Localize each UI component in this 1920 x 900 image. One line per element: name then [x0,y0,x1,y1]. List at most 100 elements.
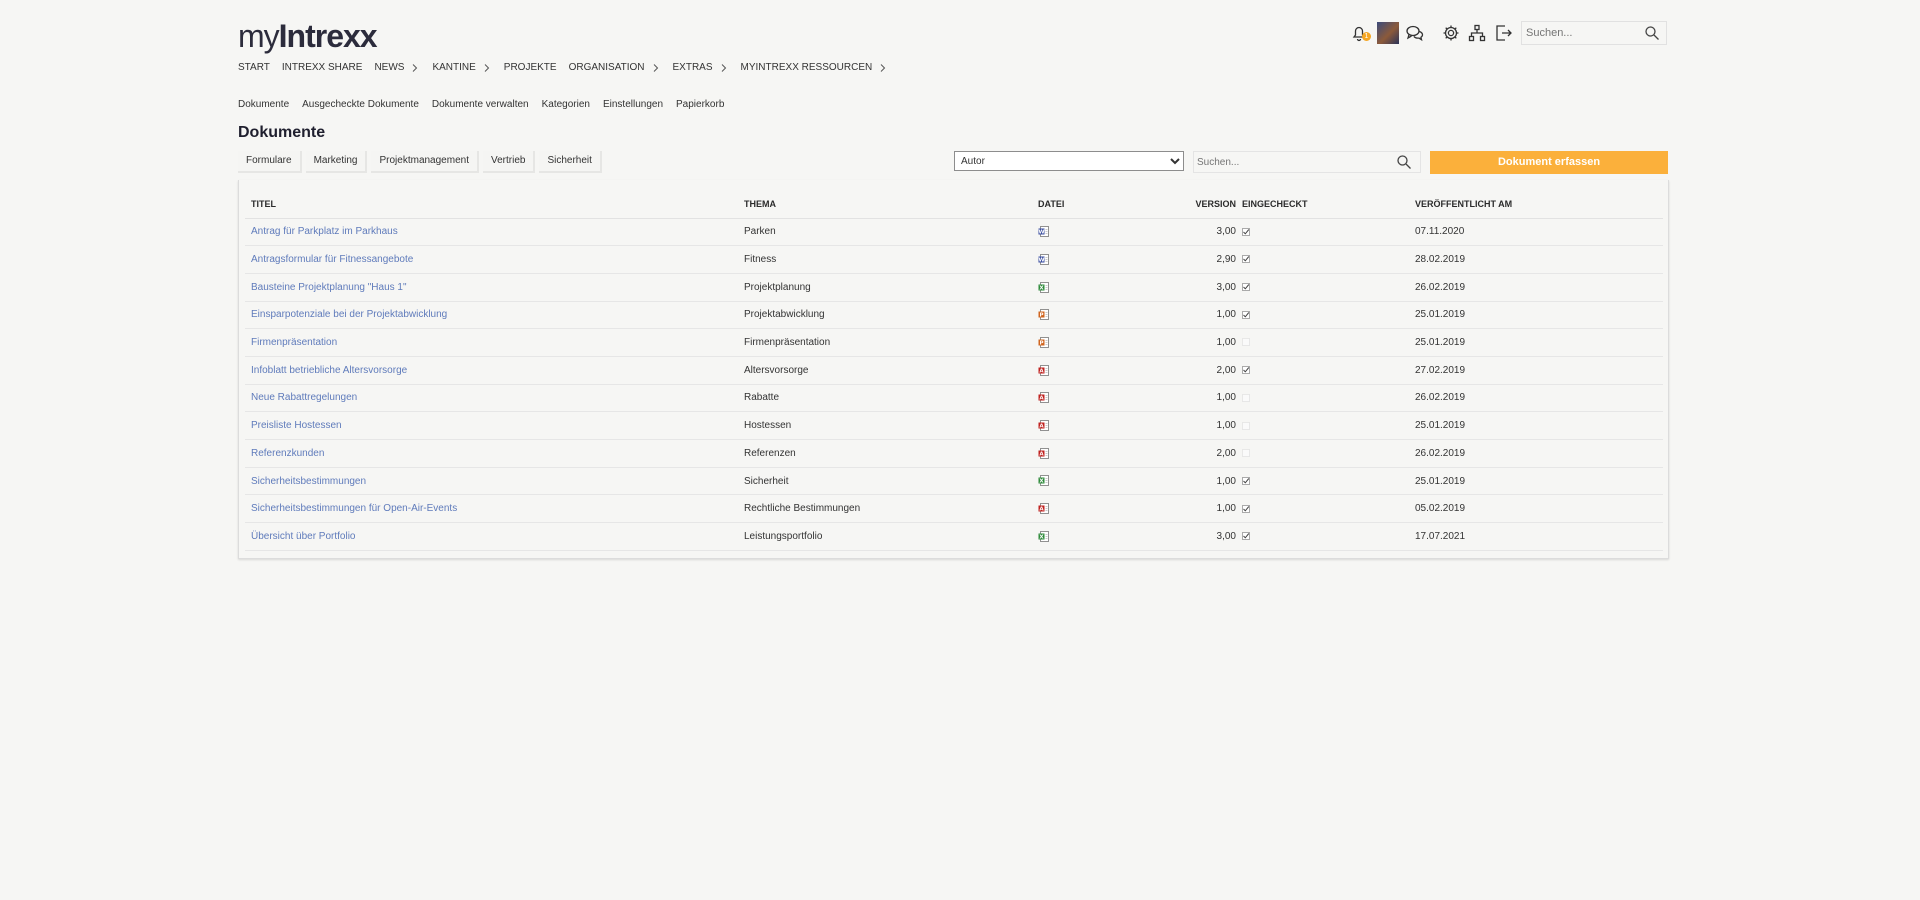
document-title-link[interactable]: Preisliste Hostessen [251,420,342,431]
document-title-link[interactable]: Neue Rabattregelungen [251,392,357,403]
chevron-right-icon [653,63,658,72]
document-title-link[interactable]: Infoblatt betriebliche Altersvorsorge [251,365,407,376]
pdf-file-icon[interactable]: A [1038,503,1049,515]
chat-bubbles-icon[interactable] [1403,21,1427,45]
cell-checked-in [1236,384,1409,413]
pdf-file-icon[interactable]: A [1038,392,1049,404]
table-row[interactable]: Einsparpotenziale bei der Projektabwickl… [245,301,1663,330]
main-nav-item[interactable]: ORGANISATION [569,62,661,73]
sub-nav-item[interactable]: Dokumente verwalten [432,99,529,110]
cell-title: Sicherheitsbestimmungen [245,467,738,496]
add-document-button[interactable]: Dokument erfassen [1430,151,1668,174]
document-title-link[interactable]: Firmenpräsentation [251,337,337,348]
excel-file-icon[interactable]: X [1038,281,1049,293]
pdf-file-icon[interactable]: A [1038,420,1049,431]
cell-version: 2,00 [1127,356,1236,385]
cell-title: Neue Rabattregelungen [245,384,738,413]
cell-title: Sicherheitsbestimmungen für Open-Air-Eve… [245,494,738,524]
svg-text:A: A [1039,368,1044,374]
main-nav-item[interactable]: NEWS [374,62,420,73]
logout-icon[interactable] [1491,21,1515,45]
main-nav-item[interactable]: EXTRAS [673,62,729,73]
sub-nav-item[interactable]: Papierkorb [676,99,724,110]
cell-published: 05.02.2019 [1409,494,1663,524]
search-icon[interactable] [1644,25,1660,41]
notifications-bell-icon[interactable]: 1 [1347,21,1371,45]
table-row[interactable]: Referenzkunden Referenzen A 2,00 26.02.2019 [245,439,1663,468]
column-header-title[interactable]: TITEL [245,190,738,219]
header-toolbar: 1 [1347,20,1517,46]
cell-file: P [1032,328,1127,357]
ppt-file-icon[interactable]: P [1038,309,1049,321]
column-header-topic[interactable]: THEMA [738,190,1032,219]
organization-chart-icon[interactable] [1465,21,1489,45]
table-row[interactable]: Firmenpräsentation Firmenpräsentation P 1,0… [245,328,1663,357]
table-row[interactable]: Antragsformular für Fitnessangebote Fitne… [245,245,1663,274]
filter-tab[interactable]: Formulare [238,151,302,173]
column-header-published[interactable]: VERÖFFENTLICHT AM [1409,190,1663,219]
column-header-file[interactable]: DATEI [1032,190,1127,219]
ppt-file-icon[interactable]: P [1038,337,1049,348]
main-nav-item[interactable]: MYINTREXX RESSOURCEN [741,62,889,73]
word-file-icon[interactable]: W [1038,226,1049,238]
main-nav-label: INTREXX SHARE [281,62,363,73]
cell-topic: Hostessen [738,411,1032,440]
table-row[interactable]: Bausteine Projektplanung "Haus 1" Projekt… [245,273,1663,302]
document-title-link[interactable]: Sicherheitsbestimmungen [251,476,366,487]
chevron-right-icon [484,63,489,72]
sub-nav-item[interactable]: Kategorien [542,99,590,110]
pdf-file-icon[interactable]: A [1038,447,1049,459]
documents-table: TITEL THEMA DATEI VERSION EINGECHECKT VE… [245,190,1663,551]
table-header-row: TITEL THEMA DATEI VERSION EINGECHECKT VE… [245,190,1663,219]
column-header-version[interactable]: VERSION [1127,190,1236,219]
table-row[interactable]: Infoblatt betriebliche Altersvorsorge Alt… [245,356,1663,385]
checked-in-checkbox-icon [1242,255,1250,264]
cell-file: A [1032,494,1127,524]
main-nav-item[interactable]: START [238,62,270,73]
category-filter-tabs: Formulare Marketing Projektmanagement Vertr… [238,151,606,173]
user-avatar[interactable] [1377,22,1399,44]
excel-file-icon[interactable]: X [1038,530,1049,542]
sub-nav-item[interactable]: Dokumente [238,99,289,110]
filter-tab[interactable]: Sicherheit [539,151,602,173]
document-title-link[interactable]: Übersicht über Portfolio [251,531,356,542]
main-nav-item[interactable]: INTREXX SHARE [282,62,363,73]
document-title-link[interactable]: Bausteine Projektplanung "Haus 1" [251,282,407,293]
table-row[interactable]: Sicherheitsbestimmungen Sicherheit X 1,00 25… [245,467,1663,496]
filter-tab[interactable]: Vertrieb [482,151,536,173]
cell-title: Antragsformular für Fitnessangebote [245,245,738,274]
document-title-link[interactable]: Referenzkunden [251,448,324,459]
settings-gear-icon[interactable] [1439,21,1463,45]
document-search-input[interactable] [1194,152,1394,173]
cell-topic: Rabatte [738,384,1032,413]
main-nav-item[interactable]: PROJEKTE [504,62,557,73]
cell-checked-in [1236,273,1409,302]
global-search-input[interactable] [1522,22,1640,44]
sub-nav-item[interactable]: Einstellungen [603,99,663,110]
cell-published: 17.07.2021 [1409,522,1663,551]
table-row[interactable]: Preisliste Hostessen Hostessen A 1,00 25.01.… [245,411,1663,440]
word-file-icon[interactable]: W [1038,254,1049,265]
table-row[interactable]: Sicherheitsbestimmungen für Open-Air-Eve… [245,494,1663,524]
column-header-checked-in[interactable]: EINGECHECKT [1236,190,1409,219]
sub-nav-item[interactable]: Ausgecheckte Dokumente [302,99,419,110]
filter-tab[interactable]: Marketing [305,151,368,173]
filter-tab[interactable]: Projektmanagement [371,151,479,173]
author-select[interactable]: Autor [954,151,1184,171]
document-title-link[interactable]: Einsparpotenziale bei der Projektabwickl… [251,309,447,320]
document-title-link[interactable]: Antrag für Parkplatz im Parkhaus [251,226,398,237]
app-logo[interactable]: myIntrexx [238,18,378,55]
table-row[interactable]: Übersicht über Portfolio Leistungsportfol… [245,522,1663,551]
document-title-link[interactable]: Sicherheitsbestimmungen für Open-Air-Eve… [251,503,457,514]
main-nav-label: KANTINE [432,62,476,73]
notification-count-badge: 1 [1362,32,1371,41]
main-nav-item[interactable]: KANTINE [432,62,491,73]
cell-topic: Leistungsportfolio [738,522,1032,551]
table-row[interactable]: Neue Rabattregelungen Rabatte A 1,00 26.02.2… [245,384,1663,413]
table-row[interactable]: Antrag für Parkplatz im Parkhaus Parken W 3… [245,218,1663,247]
search-icon[interactable] [1396,154,1412,170]
document-title-link[interactable]: Antragsformular für Fitnessangebote [251,254,413,265]
excel-file-icon[interactable]: X [1038,475,1049,487]
pdf-file-icon[interactable]: A [1038,364,1049,376]
page-title: Dokumente [238,124,326,141]
